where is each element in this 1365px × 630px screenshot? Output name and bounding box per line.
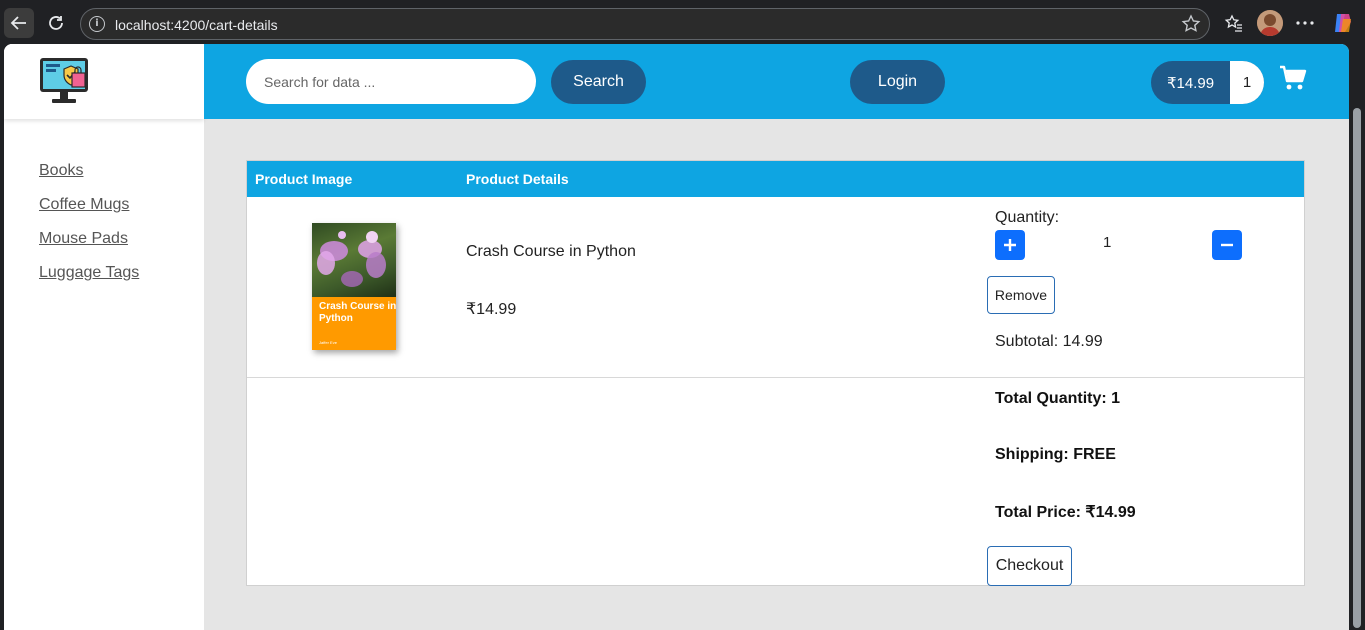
- sidebar-item-luggage-tags[interactable]: Luggage Tags: [39, 264, 139, 284]
- increase-quantity-button[interactable]: [995, 230, 1025, 260]
- login-button[interactable]: Login: [850, 60, 945, 104]
- logo-container: [4, 44, 204, 119]
- cart-count-badge: 1: [1230, 61, 1264, 104]
- url-text: localhost:4200/cart-details: [115, 17, 278, 33]
- page-scrollbar[interactable]: [1350, 44, 1365, 630]
- quantity-label: Quantity:: [995, 209, 1060, 226]
- cart-total: ₹14.99: [1166, 74, 1215, 92]
- search-input[interactable]: [246, 59, 536, 104]
- book-cover-author: Jaffer Eve: [319, 340, 337, 345]
- page: Books Coffee Mugs Mouse Pads Luggage Tag…: [4, 44, 1349, 630]
- remove-button[interactable]: Remove: [987, 276, 1055, 314]
- address-bar[interactable]: i localhost:4200/cart-details: [80, 8, 1210, 40]
- more-options-icon[interactable]: [1292, 10, 1318, 36]
- favorites-list-icon[interactable]: [1221, 10, 1247, 36]
- search-button[interactable]: Search: [551, 60, 646, 104]
- plus-icon: [1004, 239, 1016, 251]
- total-quantity: Total Quantity: 1: [995, 390, 1121, 407]
- scrollbar-thumb[interactable]: [1353, 108, 1361, 628]
- reload-button[interactable]: [41, 8, 71, 38]
- total-price: Total Price: ₹14.99: [995, 504, 1136, 521]
- category-nav: Books Coffee Mugs Mouse Pads Luggage Tag…: [39, 162, 139, 298]
- cart-summary-button[interactable]: ₹14.99 1: [1151, 61, 1264, 104]
- column-header-details: Product Details: [466, 171, 569, 187]
- checkout-button[interactable]: Checkout: [987, 546, 1072, 586]
- top-header: Search Login ₹14.99 1: [204, 44, 1349, 119]
- store-logo-icon[interactable]: [38, 55, 90, 107]
- book-cover-photo: [312, 223, 396, 297]
- site-info-icon[interactable]: i: [89, 16, 105, 32]
- column-header-image: Product Image: [255, 171, 353, 187]
- sidebar: Books Coffee Mugs Mouse Pads Luggage Tag…: [4, 44, 204, 630]
- shopping-cart-icon[interactable]: [1279, 65, 1307, 91]
- reload-icon: [49, 16, 63, 30]
- sidebar-item-coffee-mugs[interactable]: Coffee Mugs: [39, 196, 139, 216]
- row-divider: [247, 377, 1304, 378]
- browser-toolbar: i localhost:4200/cart-details: [0, 0, 1365, 44]
- product-name: Crash Course in Python: [466, 243, 636, 260]
- table-header-row: Product Image Product Details: [247, 161, 1304, 197]
- favorite-star-icon[interactable]: [1181, 14, 1201, 34]
- product-image: Crash Course in Python Jaffer Eve: [312, 223, 396, 350]
- book-cover-title: Crash Course in Python: [319, 301, 396, 324]
- decrease-quantity-button[interactable]: [1212, 230, 1242, 260]
- subtotal: Subtotal: 14.99: [995, 333, 1103, 350]
- profile-avatar[interactable]: [1257, 10, 1283, 36]
- shipping-info: Shipping: FREE: [995, 446, 1116, 463]
- sidebar-item-books[interactable]: Books: [39, 162, 139, 182]
- back-button[interactable]: [4, 8, 34, 38]
- arrow-left-icon: [10, 16, 26, 30]
- sidebar-item-mouse-pads[interactable]: Mouse Pads: [39, 230, 139, 250]
- cart-table: Product Image Product Details Crash Cour…: [246, 160, 1305, 586]
- quantity-value: 1: [1103, 234, 1112, 251]
- product-price: ₹14.99: [466, 301, 517, 318]
- minus-icon: [1221, 243, 1233, 247]
- copilot-icon[interactable]: [1330, 10, 1356, 36]
